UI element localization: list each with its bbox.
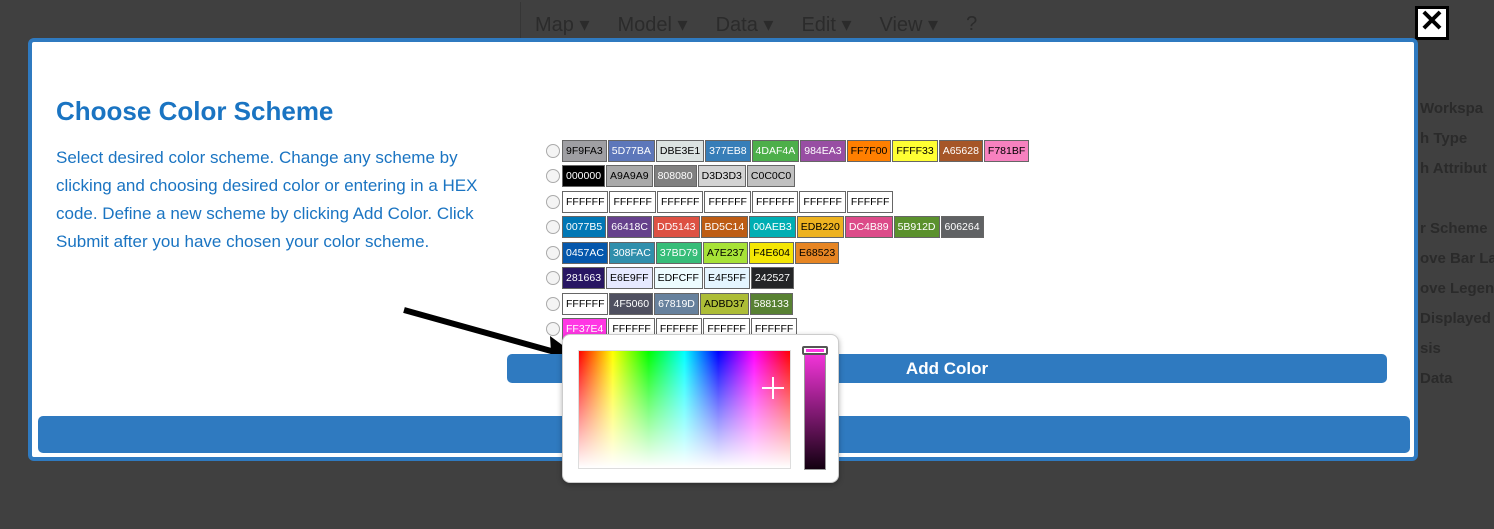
- scheme-radio[interactable]: [546, 220, 560, 235]
- color-swatch[interactable]: 9F9FA3: [562, 139, 607, 162]
- color-swatch[interactable]: BD5C14: [700, 216, 749, 239]
- color-swatch[interactable]: 0457AC: [562, 241, 608, 264]
- color-swatch[interactable]: 242527: [750, 267, 794, 290]
- side-item: ove Bar Lab: [1420, 250, 1494, 267]
- color-swatch[interactable]: A7E237: [702, 241, 749, 264]
- side-item: Workspa: [1420, 100, 1484, 117]
- color-swatch[interactable]: 0077B5: [562, 216, 607, 239]
- color-swatch[interactable]: 588133: [749, 292, 793, 315]
- side-item: ove Legend: [1420, 280, 1494, 297]
- color-swatch[interactable]: ADBD37: [699, 292, 749, 315]
- color-swatch[interactable]: E4F5FF: [703, 267, 750, 290]
- modal-title: Choose Color Scheme: [56, 96, 334, 126]
- color-swatch[interactable]: 5B912D: [893, 216, 940, 239]
- menu-view: View ▾: [879, 13, 939, 36]
- color-scheme-row: 0457AC 308FAC 37BD79 A7E237 F4E604 E68523: [546, 240, 1030, 266]
- color-swatch[interactable]: 4F5060: [609, 292, 654, 315]
- side-item: Displayed: [1420, 310, 1491, 327]
- side-item: sis: [1420, 340, 1441, 357]
- color-swatch[interactable]: F781BF: [983, 139, 1030, 162]
- color-swatch[interactable]: A65628: [938, 139, 983, 162]
- hue-slider-handle[interactable]: [802, 346, 828, 355]
- color-scheme-row: 9F9FA3 5D77BA DBE3E1 377EB8 4DAF4A 984EA3 FF7F…: [546, 138, 1030, 164]
- menu-map: Map ▾: [535, 13, 590, 36]
- color-swatch[interactable]: FFFFFF: [846, 190, 894, 213]
- color-swatch[interactable]: FFFFFF: [562, 292, 609, 315]
- color-swatch[interactable]: 00AEB3: [749, 216, 796, 239]
- color-scheme-row: FFFFFF FFFFFF FFFFFF FFFFFF FFFFFF FFFFFF FFFF…: [546, 189, 1030, 215]
- scheme-radio[interactable]: [546, 322, 560, 337]
- color-swatch[interactable]: 377EB8: [705, 139, 751, 162]
- color-swatch[interactable]: A9A9A9: [606, 165, 653, 188]
- color-swatch[interactable]: FFFFFF: [704, 190, 751, 213]
- color-swatch[interactable]: FFFFFF: [751, 190, 799, 213]
- color-swatch[interactable]: E6E9FF: [606, 267, 653, 290]
- color-swatch[interactable]: E68523: [795, 241, 840, 264]
- color-swatch[interactable]: FFFFFF: [799, 190, 846, 213]
- color-swatch[interactable]: 37BD79: [655, 241, 702, 264]
- close-modal-button[interactable]: ✕: [1415, 6, 1449, 40]
- color-swatch[interactable]: FFFFFF: [656, 190, 704, 213]
- color-swatch[interactable]: C0C0C0: [746, 165, 796, 188]
- side-item: Data: [1420, 370, 1453, 387]
- color-scheme-row: 0077B5 66418C DD5143 BD5C14 00AEB3 EDB220 DC4B…: [546, 215, 1030, 241]
- side-item: h Type: [1420, 130, 1468, 147]
- color-swatch[interactable]: 606264: [940, 216, 984, 239]
- side-item: h Attribut: [1420, 160, 1487, 177]
- color-swatch[interactable]: 67819D: [654, 292, 699, 315]
- menu-data: Data ▾: [715, 13, 774, 36]
- color-swatch[interactable]: FF7F00: [846, 139, 892, 162]
- scheme-radio[interactable]: [546, 194, 560, 209]
- menu-help: ?: [966, 12, 978, 35]
- color-picker-popup: [562, 334, 839, 483]
- color-swatch[interactable]: DD5143: [652, 216, 700, 239]
- color-scheme-list: 9F9FA3 5D77BA DBE3E1 377EB8 4DAF4A 984EA3 FF7F…: [546, 138, 1030, 342]
- color-swatch[interactable]: 66418C: [607, 216, 652, 239]
- scheme-radio[interactable]: [546, 245, 560, 260]
- color-scheme-row: 000000 A9A9A9 808080 D3D3D3 C0C0C0: [546, 164, 1030, 190]
- color-swatch[interactable]: 984EA3: [800, 139, 846, 162]
- color-swatch[interactable]: 000000: [562, 165, 606, 188]
- color-swatch[interactable]: 4DAF4A: [751, 139, 800, 162]
- scheme-radio[interactable]: [546, 296, 560, 311]
- color-swatch[interactable]: FFFF33: [892, 139, 938, 162]
- side-item: [1420, 190, 1494, 220]
- scheme-radio[interactable]: [546, 169, 560, 184]
- hue-slider[interactable]: [804, 347, 826, 470]
- color-scheme-row: FFFFFF 4F5060 67819D ADBD37 588133: [546, 291, 1030, 317]
- color-swatch[interactable]: 808080: [653, 165, 697, 188]
- color-swatch[interactable]: DC4B89: [844, 216, 893, 239]
- color-swatch[interactable]: F4E604: [749, 241, 795, 264]
- scheme-radio[interactable]: [546, 271, 560, 286]
- side-item: r Scheme: [1420, 220, 1488, 237]
- color-swatch[interactable]: 281663: [562, 267, 606, 290]
- color-swatch[interactable]: FFFFFF: [562, 190, 609, 213]
- background-side-panel: Workspa h Type h Attribut r Scheme ove B…: [1420, 100, 1494, 400]
- scheme-radio[interactable]: [546, 143, 560, 158]
- color-swatch[interactable]: FFFFFF: [609, 190, 656, 213]
- menu-model: Model ▾: [617, 13, 688, 36]
- color-scheme-row: 281663 E6E9FF EDFCFF E4F5FF 242527: [546, 266, 1030, 292]
- color-swatch[interactable]: EDB220: [796, 216, 844, 239]
- menu-edit: Edit ▾: [801, 13, 852, 36]
- color-swatch[interactable]: 308FAC: [608, 241, 655, 264]
- color-swatch[interactable]: 5D77BA: [607, 139, 655, 162]
- color-swatch[interactable]: D3D3D3: [697, 165, 746, 188]
- saturation-value-field[interactable]: [578, 350, 791, 469]
- crosshair-icon[interactable]: [762, 377, 784, 399]
- modal-description: Select desired color scheme. Change any …: [56, 148, 478, 251]
- color-swatch[interactable]: DBE3E1: [655, 139, 705, 162]
- color-swatch[interactable]: EDFCFF: [653, 267, 703, 290]
